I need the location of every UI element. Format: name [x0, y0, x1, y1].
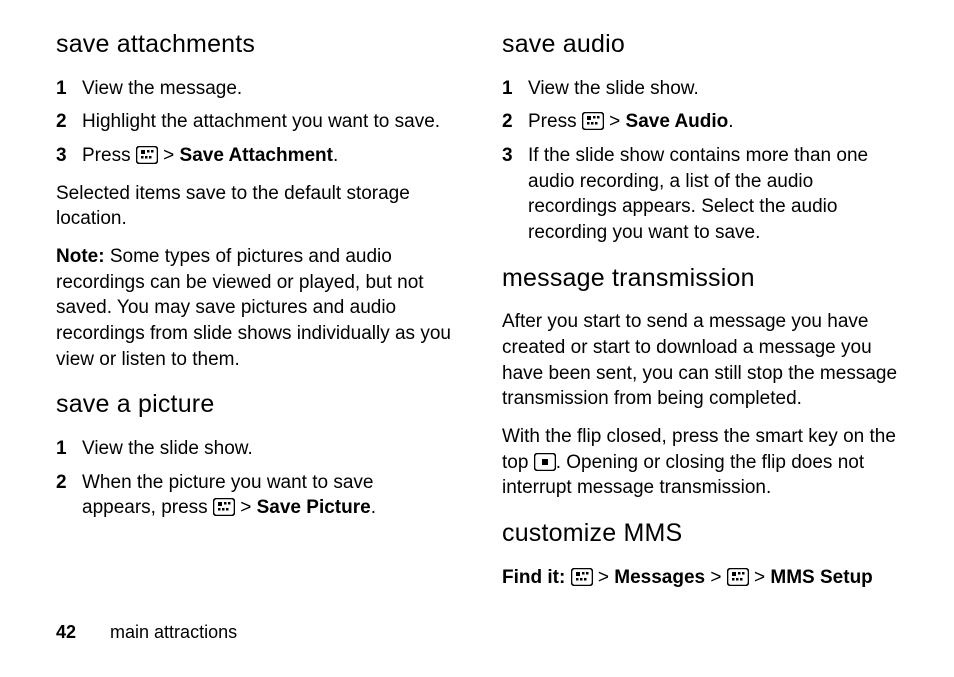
steps-save-picture: 1 View the slide show. 2 When the pictur…: [56, 436, 452, 521]
step-number: 1: [502, 76, 528, 102]
right-column: save audio 1 View the slide show. 2 Pres…: [502, 28, 898, 620]
text-fragment: >: [705, 567, 727, 588]
paragraph: Selected items save to the default stora…: [56, 181, 452, 232]
list-item: 1 View the slide show.: [56, 436, 452, 462]
step-number: 3: [502, 143, 528, 246]
steps-save-audio: 1 View the slide show. 2 Press > Save Au…: [502, 76, 898, 246]
heading-save-audio: save audio: [502, 28, 898, 62]
menu-key-icon: [582, 112, 604, 130]
text-fragment: Press: [528, 111, 582, 132]
list-item: 2 Press > Save Audio.: [502, 109, 898, 135]
smart-key-icon: [534, 453, 556, 471]
heading-message-transmission: message transmission: [502, 262, 898, 296]
text-fragment: .: [333, 145, 338, 166]
list-item: 2 When the picture you want to save appe…: [56, 470, 452, 521]
step-text: When the picture you want to save appear…: [82, 470, 452, 521]
step-text: View the slide show.: [82, 436, 253, 462]
list-item: 3 If the slide show contains more than o…: [502, 143, 898, 246]
list-item: 2 Highlight the attachment you want to s…: [56, 109, 452, 135]
step-number: 2: [56, 470, 82, 521]
page-footer: 42 main attractions: [0, 620, 954, 644]
menu-key-icon: [136, 146, 158, 164]
step-text: If the slide show contains more than one…: [528, 143, 898, 246]
text-fragment: .: [371, 497, 376, 518]
list-item: 1 View the slide show.: [502, 76, 898, 102]
text-fragment: >: [235, 497, 257, 518]
paragraph: With the flip closed, press the smart ke…: [502, 424, 898, 501]
menu-path: Save Attachment: [180, 145, 333, 166]
step-text: Press > Save Audio.: [528, 109, 734, 135]
step-text: View the slide show.: [528, 76, 699, 102]
step-number: 2: [56, 109, 82, 135]
step-number: 3: [56, 143, 82, 169]
note-text: Some types of pictures and audio recordi…: [56, 246, 451, 370]
menu-path: Messages: [614, 567, 705, 588]
menu-path: Save Picture: [257, 497, 371, 518]
menu-key-icon: [727, 568, 749, 586]
step-number: 1: [56, 436, 82, 462]
step-number: 2: [502, 109, 528, 135]
text-fragment: >: [604, 111, 626, 132]
step-text: Press > Save Attachment.: [82, 143, 338, 169]
text-fragment: . Opening or closing the flip does not i…: [502, 452, 864, 499]
find-it-line: Find it: > Messages > > MMS Setup: [502, 565, 898, 591]
text-fragment: >: [593, 567, 615, 588]
section-name: main attractions: [110, 622, 237, 642]
menu-key-icon: [213, 498, 235, 516]
step-text: View the message.: [82, 76, 242, 102]
heading-customize-mms: customize MMS: [502, 517, 898, 551]
page-content: save attachments 1 View the message. 2 H…: [0, 0, 954, 620]
text-fragment: .: [728, 111, 733, 132]
heading-save-picture: save a picture: [56, 388, 452, 422]
text-fragment: Press: [82, 145, 136, 166]
steps-save-attachments: 1 View the message. 2 Highlight the atta…: [56, 76, 452, 169]
menu-path: MMS Setup: [770, 567, 872, 588]
step-number: 1: [56, 76, 82, 102]
list-item: 3 Press > Save Attachment.: [56, 143, 452, 169]
heading-save-attachments: save attachments: [56, 28, 452, 62]
find-it-label: Find it:: [502, 567, 565, 588]
menu-key-icon: [571, 568, 593, 586]
menu-path: Save Audio: [626, 111, 729, 132]
text-fragment: >: [158, 145, 180, 166]
text-fragment: >: [749, 567, 771, 588]
note-label: Note:: [56, 246, 105, 267]
left-column: save attachments 1 View the message. 2 H…: [56, 28, 452, 620]
list-item: 1 View the message.: [56, 76, 452, 102]
paragraph: After you start to send a message you ha…: [502, 309, 898, 412]
note-paragraph: Note: Some types of pictures and audio r…: [56, 244, 452, 372]
step-text: Highlight the attachment you want to sav…: [82, 109, 440, 135]
page-number: 42: [56, 622, 76, 642]
